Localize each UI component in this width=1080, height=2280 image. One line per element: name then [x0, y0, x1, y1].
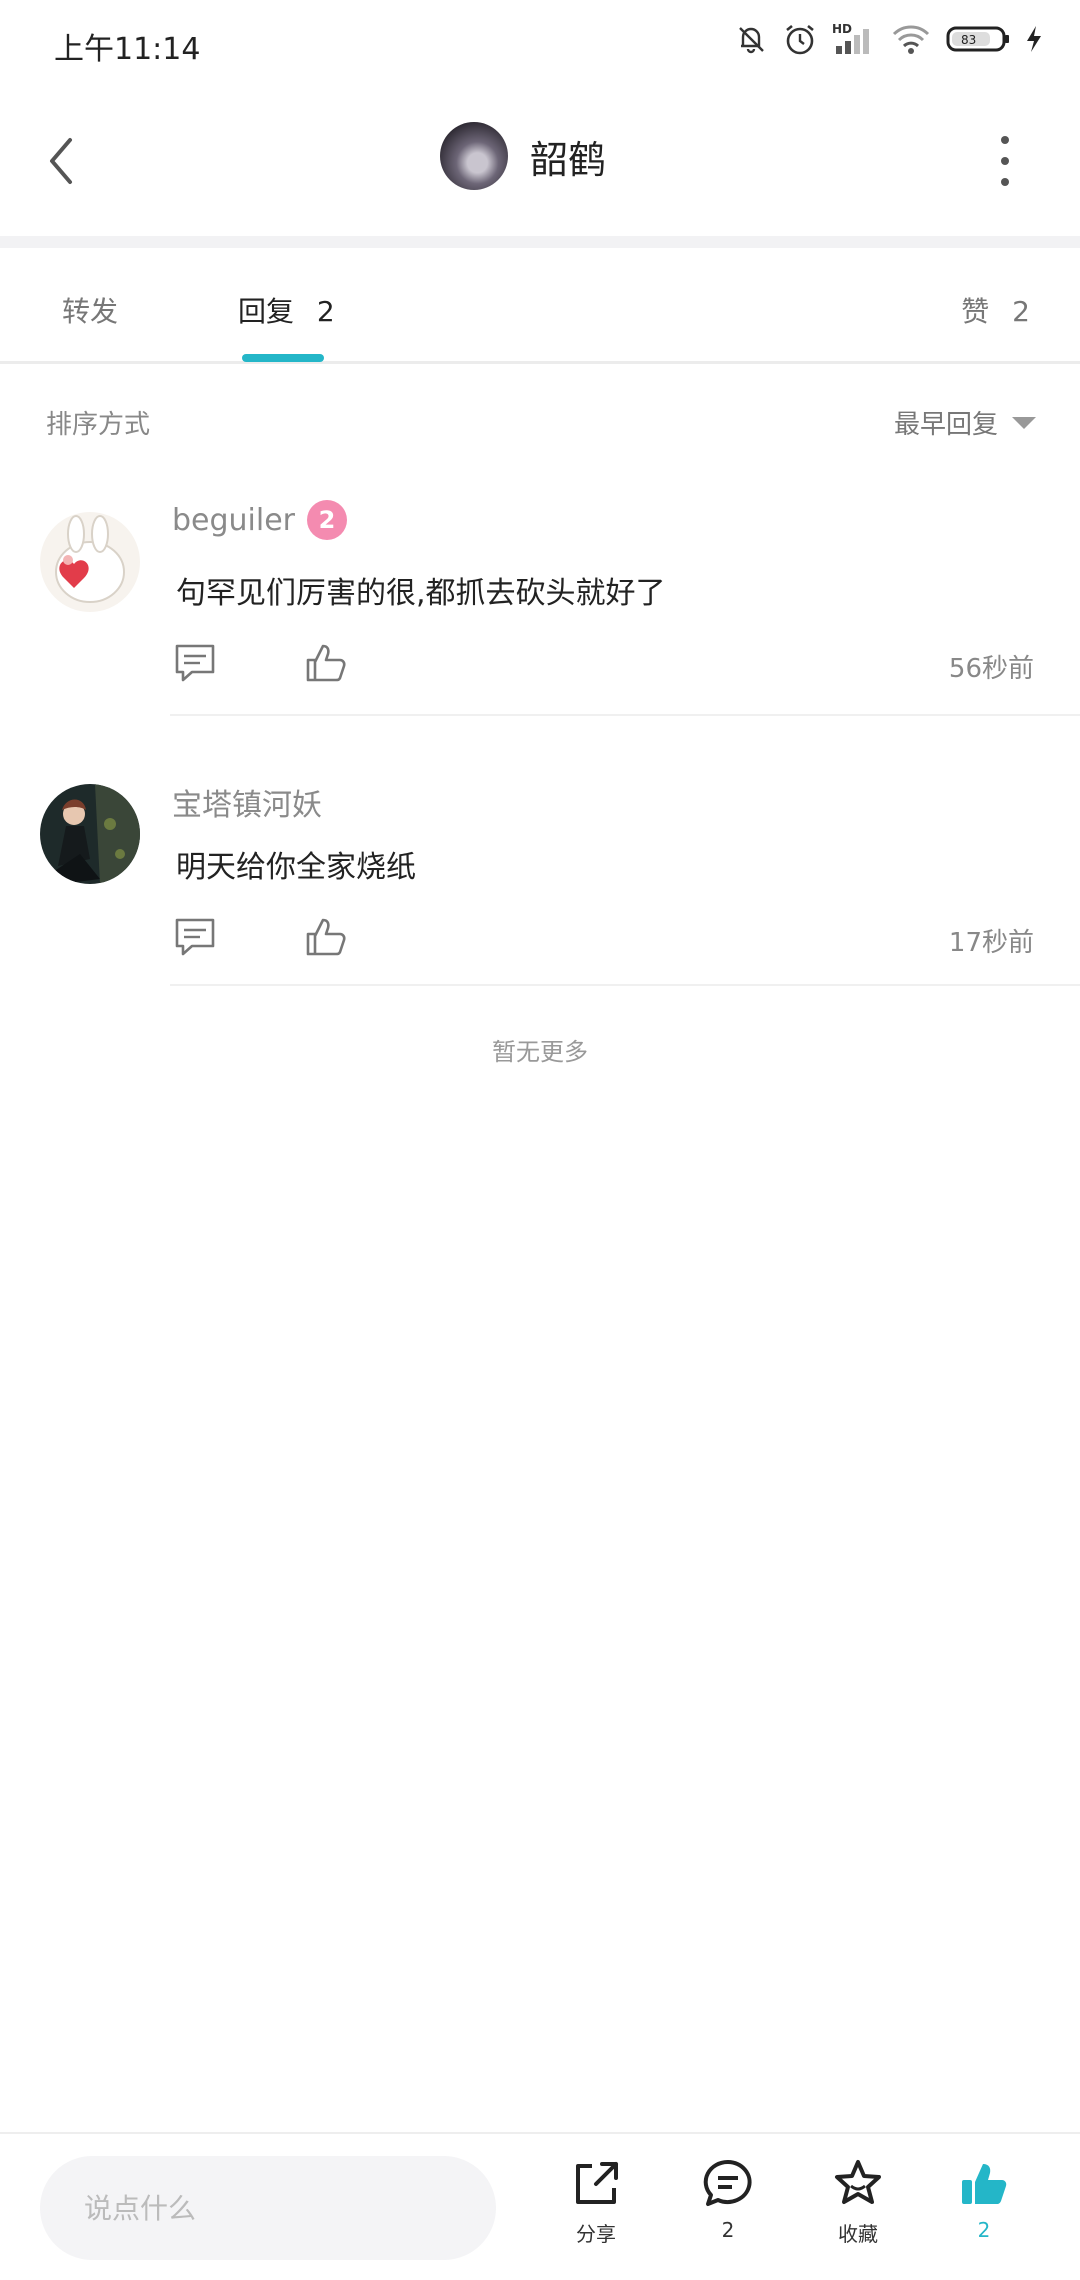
commenter-name-row: 宝塔镇河妖 [172, 780, 322, 824]
comment-time: 17秒前 [948, 928, 1034, 958]
like-button[interactable]: 2 [934, 2156, 1034, 2242]
tab-reply[interactable]: 回复 2 [238, 290, 335, 330]
status-time: 上午11:14 [54, 32, 201, 67]
comment-count: 2 [721, 2218, 735, 2242]
signal-icon: HD [832, 22, 876, 56]
comment-input[interactable] [40, 2156, 496, 2260]
back-button[interactable] [36, 126, 86, 196]
charging-icon [1024, 24, 1044, 54]
like-icon[interactable] [302, 640, 348, 686]
comments-button[interactable]: 2 [678, 2156, 778, 2242]
status-icons: HD 83 [734, 22, 1044, 56]
thumbs-up-filled-icon [962, 2164, 1007, 2204]
alarm-icon [782, 22, 818, 56]
commenter-avatar[interactable] [40, 512, 140, 612]
tab-reply-count: 2 [316, 295, 335, 328]
comment-divider [170, 714, 1080, 716]
anime-character-avatar-icon [40, 784, 140, 884]
more-options-button[interactable] [990, 136, 1020, 186]
caret-down-icon [1012, 416, 1036, 429]
mute-bell-icon [734, 22, 768, 56]
status-bar: 上午11:14 HD 83 [0, 0, 1080, 86]
star-icon [835, 2160, 881, 2204]
comment-divider [170, 984, 1080, 986]
tab-like[interactable]: 赞 2 [961, 290, 1030, 330]
author-avatar[interactable] [440, 122, 508, 190]
comment-time: 56秒前 [948, 654, 1034, 684]
share-button[interactable]: 分享 [546, 2156, 646, 2247]
bunny-heart-avatar-icon [40, 512, 140, 612]
tab-like-label: 赞 [961, 295, 990, 328]
header-divider [0, 236, 1080, 248]
page-title: 韶鹤 [530, 137, 607, 182]
wifi-icon [890, 22, 932, 56]
more-dot-icon [1001, 178, 1009, 186]
level-badge: 2 [307, 500, 348, 540]
more-dot-icon [1001, 157, 1009, 165]
sort-label: 排序方式 [46, 410, 151, 440]
bottom-action-bar: 分享 2 收藏 2 [0, 2132, 1080, 2280]
battery-level: 83 [961, 33, 976, 47]
tab-bar: 转发 回复 2 赞 2 [0, 248, 1080, 364]
commenter-name[interactable]: beguiler [172, 503, 295, 538]
comment-text: 句罕见们厉害的很,都抓去砍头就好了 [176, 576, 666, 611]
commenter-avatar[interactable] [40, 784, 140, 884]
collect-button[interactable]: 收藏 [808, 2156, 908, 2247]
commenter-name-row: beguiler 2 [172, 500, 348, 540]
like-icon[interactable] [302, 914, 348, 960]
share-label: 分享 [576, 2222, 616, 2246]
tab-forward[interactable]: 转发 [62, 290, 118, 330]
comment-text: 明天给你全家烧纸 [176, 850, 416, 885]
tab-active-indicator [242, 354, 324, 362]
no-more-text: 暂无更多 [492, 1038, 588, 1066]
comment-bubble-icon [703, 2159, 752, 2206]
chevron-left-icon [50, 138, 72, 184]
sort-selected: 最早回复 [893, 410, 998, 440]
network-label: HD [832, 22, 852, 36]
tab-forward-label: 转发 [62, 295, 119, 328]
header: 韶鹤 [0, 86, 1080, 236]
collect-label: 收藏 [838, 2222, 878, 2246]
tab-reply-label: 回复 [238, 295, 295, 328]
reply-icon[interactable] [172, 914, 218, 960]
share-icon [576, 2162, 618, 2204]
sort-dropdown[interactable]: 最早回复 [894, 404, 1036, 441]
title-wrap[interactable]: 韶鹤 [440, 122, 606, 190]
battery-icon: 83 [946, 24, 1010, 54]
tab-like-count: 2 [1012, 295, 1030, 328]
reply-icon[interactable] [172, 640, 218, 686]
more-dot-icon [1001, 136, 1009, 144]
like-count: 2 [977, 2218, 991, 2242]
commenter-name[interactable]: 宝塔镇河妖 [172, 780, 322, 824]
